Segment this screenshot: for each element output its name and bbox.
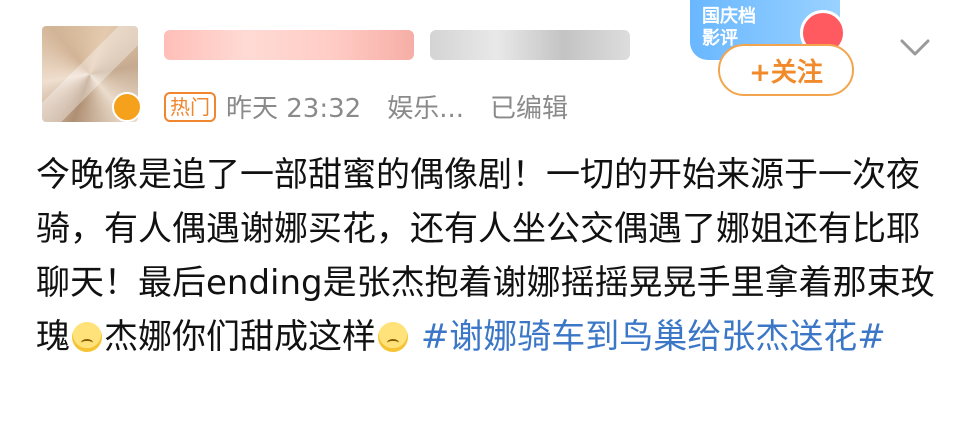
avatar-badge (112, 92, 142, 122)
hot-badge: 热门 (164, 91, 216, 122)
hashtag-link[interactable]: #谢娜骑车到鸟巢给张杰送花# (421, 317, 886, 357)
username-blurred[interactable] (164, 30, 414, 60)
post-source[interactable]: 娱乐... (387, 88, 464, 125)
crying-face-emoji (378, 322, 408, 352)
chevron-down-icon[interactable] (898, 30, 932, 64)
post-meta: 热门 昨天 23:32 娱乐... 已编辑 (164, 88, 568, 125)
follow-button[interactable]: +关注 (718, 44, 854, 96)
post-text-secondary: 杰娜你们甜成这样 (104, 317, 376, 357)
top-right-area: 国庆档 影评 +关注 (682, 0, 960, 120)
edited-label[interactable]: 已编辑 (490, 88, 568, 125)
crying-face-emoji (72, 322, 102, 352)
post-time: 昨天 23:32 (226, 94, 362, 124)
post-text: 今晚像是追了一部甜蜜的偶像剧！一切的开始来源于一次夜骑，有人偶遇谢娜买花，还有人… (36, 148, 936, 364)
username-blurred-extra (430, 30, 630, 60)
